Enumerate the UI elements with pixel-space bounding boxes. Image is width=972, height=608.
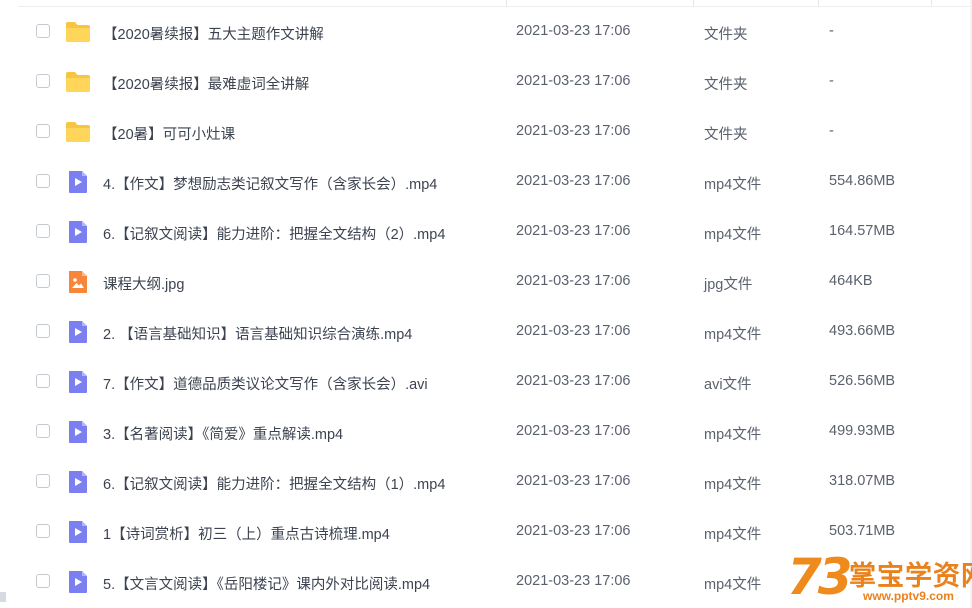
file-size: 493.66MB: [829, 323, 896, 339]
file-modified-time: 2021-03-23 17:06: [516, 573, 631, 589]
file-row[interactable]: 【2020暑续报】最难虚词全讲解 2021-03-23 17:06 文件夹 -: [18, 57, 968, 107]
header-divider: [18, 0, 972, 7]
file-size: 164.57MB: [829, 223, 896, 239]
file-name[interactable]: 【20暑】可可小灶课: [103, 123, 235, 144]
image-file-icon: [65, 270, 91, 294]
row-checkbox[interactable]: [36, 424, 50, 438]
file-modified-time: 2021-03-23 17:06: [516, 373, 631, 389]
file-type: mp4文件: [704, 527, 762, 543]
file-row[interactable]: 课程大纲.jpg 2021-03-23 17:06 jpg文件 464KB: [18, 257, 968, 307]
file-type: mp4文件: [704, 477, 762, 493]
file-size: -: [829, 23, 834, 39]
file-modified-time: 2021-03-23 17:06: [516, 423, 631, 439]
row-checkbox[interactable]: [36, 224, 50, 238]
file-type: mp4文件: [704, 227, 762, 243]
file-name[interactable]: 2. 【语言基础知识】语言基础知识综合演练.mp4: [103, 323, 412, 344]
file-type: jpg文件: [704, 277, 753, 293]
row-checkbox[interactable]: [36, 174, 50, 188]
file-name[interactable]: 7.【作文】道德品质类议论文写作（含家长会）.avi: [103, 373, 428, 394]
folder-icon: [65, 20, 91, 44]
file-type: avi文件: [704, 377, 752, 393]
folder-icon: [65, 120, 91, 144]
file-size: 554.86MB: [829, 173, 896, 189]
file-type: mp4文件: [704, 177, 762, 193]
row-checkbox[interactable]: [36, 274, 50, 288]
column-divider: [506, 0, 507, 6]
file-type: mp4文件: [704, 327, 762, 343]
row-checkbox[interactable]: [36, 324, 50, 338]
file-modified-time: 2021-03-23 17:06: [516, 73, 631, 89]
file-row[interactable]: 6.【记叙文阅读】能力进阶：把握全文结构（2）.mp4 2021-03-23 17…: [18, 207, 968, 257]
file-list: 【2020暑续报】五大主题作文讲解 2021-03-23 17:06 文件夹 - 【20…: [18, 7, 968, 607]
folder-icon: [65, 70, 91, 94]
video-file-icon: [65, 170, 91, 194]
watermark: 73 掌宝学资网 www.pptv9.com: [783, 551, 972, 608]
watermark-title: 掌宝学资网: [849, 561, 972, 591]
row-checkbox[interactable]: [36, 24, 50, 38]
file-modified-time: 2021-03-23 17:06: [516, 473, 631, 489]
column-divider: [818, 0, 819, 6]
file-name[interactable]: 6.【记叙文阅读】能力进阶：把握全文结构（1）.mp4: [103, 473, 445, 494]
file-size: 503.71MB: [829, 523, 896, 539]
scroll-marker: [0, 592, 6, 602]
file-name[interactable]: 4.【作文】梦想励志类记叙文写作（含家长会）.mp4: [103, 173, 437, 194]
watermark-logo: 73: [787, 548, 853, 606]
file-type: mp4文件: [704, 427, 762, 443]
file-size: -: [829, 73, 834, 89]
file-row[interactable]: 4.【作文】梦想励志类记叙文写作（含家长会）.mp4 2021-03-23 17:…: [18, 157, 968, 207]
video-file-icon: [65, 520, 91, 544]
row-checkbox[interactable]: [36, 374, 50, 388]
left-panel-edge: [0, 0, 18, 608]
file-row[interactable]: 6.【记叙文阅读】能力进阶：把握全文结构（1）.mp4 2021-03-23 17…: [18, 457, 968, 507]
file-modified-time: 2021-03-23 17:06: [516, 273, 631, 289]
file-row[interactable]: 【20暑】可可小灶课 2021-03-23 17:06 文件夹 -: [18, 107, 968, 157]
video-file-icon: [65, 420, 91, 444]
column-divider: [693, 0, 694, 6]
row-checkbox[interactable]: [36, 124, 50, 138]
row-checkbox[interactable]: [36, 524, 50, 538]
file-name[interactable]: 【2020暑续报】最难虚词全讲解: [103, 73, 309, 94]
file-type: 文件夹: [704, 27, 748, 43]
file-size: 318.07MB: [829, 473, 896, 489]
file-name[interactable]: 3.【名著阅读】《简爱》重点解读.mp4: [103, 423, 343, 444]
file-row[interactable]: 3.【名著阅读】《简爱》重点解读.mp4 2021-03-23 17:06 mp4文…: [18, 407, 968, 457]
file-type: mp4文件: [704, 577, 762, 593]
file-row[interactable]: 7.【作文】道德品质类议论文写作（含家长会）.avi 2021-03-23 17:…: [18, 357, 968, 407]
column-divider: [931, 0, 932, 6]
video-file-icon: [65, 320, 91, 344]
video-file-icon: [65, 220, 91, 244]
file-size: -: [829, 123, 834, 139]
row-checkbox[interactable]: [36, 74, 50, 88]
file-name[interactable]: 【2020暑续报】五大主题作文讲解: [103, 23, 324, 44]
file-modified-time: 2021-03-23 17:06: [516, 323, 631, 339]
file-modified-time: 2021-03-23 17:06: [516, 173, 631, 189]
row-checkbox[interactable]: [36, 474, 50, 488]
file-name[interactable]: 5.【文言文阅读】《岳阳楼记》课内外对比阅读.mp4: [103, 573, 430, 594]
file-modified-time: 2021-03-23 17:06: [516, 523, 631, 539]
file-type: 文件夹: [704, 127, 748, 143]
file-modified-time: 2021-03-23 17:06: [516, 223, 631, 239]
file-modified-time: 2021-03-23 17:06: [516, 123, 631, 139]
file-size: 464KB: [829, 273, 873, 289]
row-checkbox[interactable]: [36, 574, 50, 588]
file-name[interactable]: 课程大纲.jpg: [103, 273, 184, 294]
video-file-icon: [65, 370, 91, 394]
file-row[interactable]: 2. 【语言基础知识】语言基础知识综合演练.mp4 2021-03-23 17:0…: [18, 307, 968, 357]
file-size: 526.56MB: [829, 373, 896, 389]
video-file-icon: [65, 470, 91, 494]
video-file-icon: [65, 570, 91, 594]
file-modified-time: 2021-03-23 17:06: [516, 23, 631, 39]
file-size: 499.93MB: [829, 423, 896, 439]
file-name[interactable]: 6.【记叙文阅读】能力进阶：把握全文结构（2）.mp4: [103, 223, 445, 244]
file-name[interactable]: 1【诗词赏析】初三（上）重点古诗梳理.mp4: [103, 523, 390, 544]
file-type: 文件夹: [704, 77, 748, 93]
file-row[interactable]: 【2020暑续报】五大主题作文讲解 2021-03-23 17:06 文件夹 -: [18, 7, 968, 57]
watermark-url: www.pptv9.com: [863, 589, 954, 603]
